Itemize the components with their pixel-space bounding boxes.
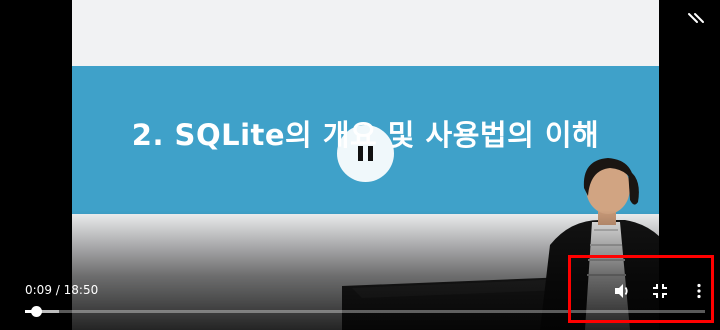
collapse-icon[interactable] [686, 12, 706, 32]
highlight-box [568, 255, 714, 323]
duration: 18:50 [63, 283, 99, 297]
pause-button[interactable] [337, 125, 394, 182]
time-separator: / [55, 283, 60, 297]
current-time: 0:09 [25, 283, 52, 297]
scrubber-handle[interactable] [30, 306, 42, 317]
video-player[interactable]: 2. SQLite의 개요 및 사용법의 이해 0:09 / 18:50 [0, 0, 720, 330]
time-display: 0:09 / 18:50 [25, 283, 98, 297]
pause-icon [358, 146, 373, 161]
